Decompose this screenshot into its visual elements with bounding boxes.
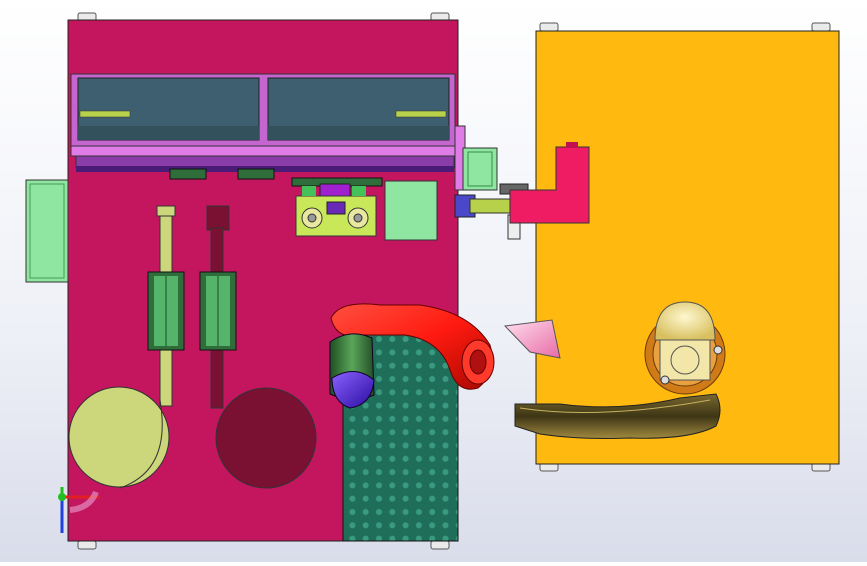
cad-viewport[interactable] xyxy=(0,0,867,562)
assembly-model-view[interactable] xyxy=(0,0,867,562)
linear-guide-left[interactable] xyxy=(147,271,185,351)
green-cover-box[interactable] xyxy=(384,180,438,241)
pink-wedge-part[interactable] xyxy=(503,319,561,359)
left-side-cover[interactable] xyxy=(25,179,69,283)
linear-guide-right[interactable] xyxy=(199,271,237,351)
